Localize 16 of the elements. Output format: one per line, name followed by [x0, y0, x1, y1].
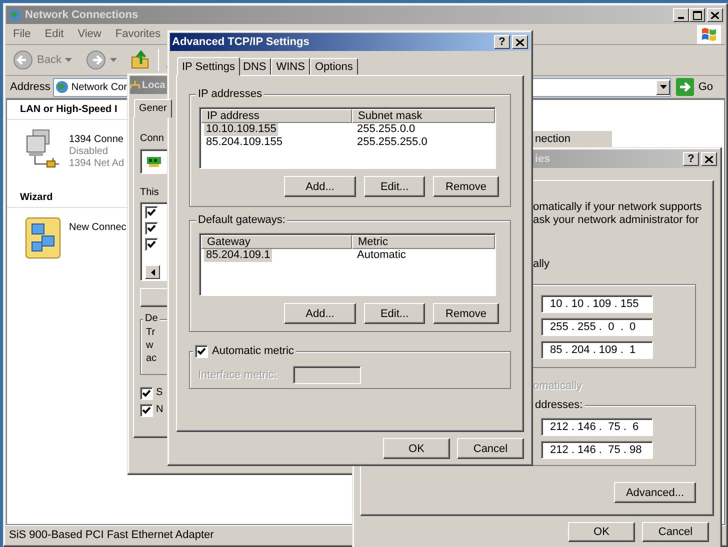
- description-text: w: [146, 339, 154, 352]
- window-title: Advanced TCP/IP Settings: [172, 36, 310, 48]
- table-cell-text: 255.255.255.0: [356, 136, 428, 149]
- components-label: This: [140, 187, 159, 198]
- address-label: Address: [10, 81, 50, 93]
- connect-label: Conn: [140, 133, 164, 144]
- status-text: SiS 900-Based PCI Fast Ethernet Adapter: [9, 529, 214, 541]
- group-label: Default gateways:: [196, 213, 288, 227]
- description-text: ac: [146, 352, 157, 365]
- window-title: ies: [534, 153, 552, 165]
- window-title: Network Connections: [25, 9, 140, 21]
- window-title: Loca: [142, 80, 166, 90]
- intro-text: omatically if your network supports ask your network administrator for: [533, 201, 702, 227]
- table-cell-text: 255.255.0.0: [356, 123, 416, 136]
- table-cell-text: Automatic: [356, 249, 407, 262]
- description-text: Tr: [146, 326, 156, 339]
